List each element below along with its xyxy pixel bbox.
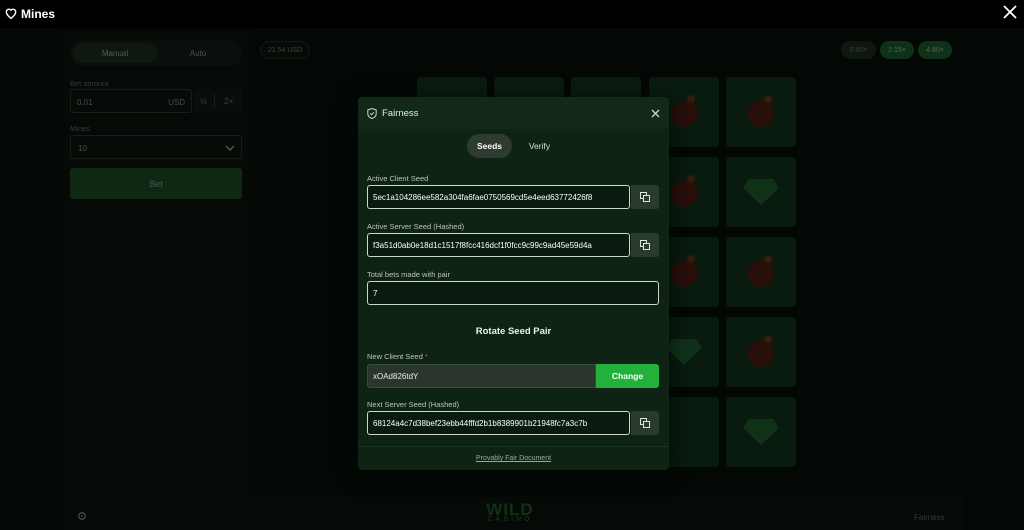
tab-verify[interactable]: Verify [517,134,562,158]
shield-icon [367,108,377,119]
copy-server-seed-button[interactable] [631,233,659,257]
provably-fair-document-link[interactable]: Provably Fair Document [358,455,669,462]
copy-icon [640,192,650,202]
title-bar: Mines [0,0,1024,28]
active-server-seed-field[interactable]: f3a51d0ab0e18d1c1517f8fcc416dcf1f0fcc9c9… [367,233,630,257]
new-client-seed-input[interactable]: xOAd826tdY [367,364,596,388]
active-client-seed-label: Active Client Seed [367,174,429,183]
total-bets-field[interactable]: 7 [367,281,659,305]
tab-seeds[interactable]: Seeds [467,134,512,158]
fairness-modal: Fairness Seeds Verify Active Client Seed… [358,97,669,470]
modal-header: Fairness [358,97,669,129]
rotate-seed-title: Rotate Seed Pair [475,326,552,337]
close-icon[interactable] [651,109,660,118]
copy-icon [640,240,650,250]
window-title: Mines [21,7,56,21]
required-marker: * [424,352,428,361]
copy-next-server-seed-button[interactable] [631,411,659,435]
close-icon[interactable] [1002,4,1018,20]
next-server-seed-field[interactable]: 68124a4c7d38bef23ebb44fffd2b1b8389901b21… [367,411,630,435]
heart-icon[interactable] [4,6,18,20]
copy-client-seed-button[interactable] [631,185,659,209]
new-client-seed-label: New Client Seed * [367,352,428,361]
modal-title: Fairness [382,108,419,119]
change-button[interactable]: Change [596,364,659,388]
next-server-seed-label: Next Server Seed (Hashed) [367,400,460,409]
active-server-seed-label: Active Server Seed (Hashed) [367,222,465,231]
copy-icon [640,418,650,428]
total-bets-label: Total bets made with pair [367,270,450,279]
new-client-seed-label-text: New Client Seed [367,352,423,361]
modal-tabs: Seeds Verify [467,134,562,158]
modal-divider [358,446,669,447]
active-client-seed-field[interactable]: 5ec1a104286ee582a304fa6fae0750569cd5e4ee… [367,185,630,209]
